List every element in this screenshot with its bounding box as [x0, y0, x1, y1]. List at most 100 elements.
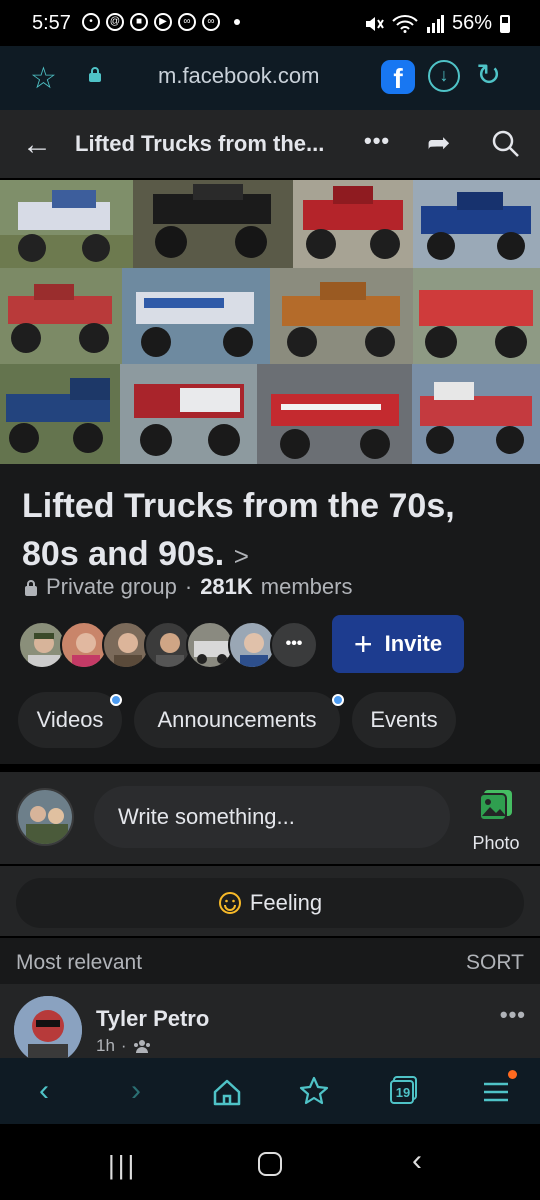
threads-notification-icon: @ [106, 13, 124, 31]
browser-bottom-nav: ‹ › 19 [0, 1058, 540, 1124]
share-icon[interactable]: ➦ [427, 126, 450, 159]
bookmarks-star-icon[interactable] [294, 1072, 334, 1112]
post-author-name[interactable]: Tyler Petro [96, 1006, 209, 1032]
new-badge-dot [110, 694, 122, 706]
youtube-notification-icon: ▶ [154, 13, 172, 31]
header-title: Lifted Trucks from the... [75, 131, 325, 156]
status-time: 5:57 [32, 12, 71, 34]
group-cover-photo[interactable] [0, 180, 540, 464]
battery-percent: 56% [451, 12, 492, 34]
feeling-row: Feeling [0, 866, 540, 936]
reload-icon[interactable]: ↻ [476, 58, 501, 93]
facebook-app-icon[interactable]: f [381, 60, 415, 94]
group-name-chevron: > [233, 541, 249, 571]
app-notification-icon-2: ∞ [178, 13, 196, 31]
photo-icon [479, 790, 512, 821]
tabs-count: 19 [395, 1085, 411, 1100]
group-header: ← Lifted Trucks from the... ••• ➦ [0, 110, 540, 178]
chip-label: Videos [36, 707, 104, 732]
android-nav-bar: ||| ‹ [0, 1124, 540, 1200]
back-nav-icon[interactable]: ‹ [24, 1072, 64, 1112]
meta-separator: · [184, 574, 193, 599]
notification-dot [508, 1070, 517, 1079]
cover-photo-tile [412, 364, 540, 464]
download-icon[interactable]: ↓ [428, 60, 460, 92]
member-avatar [60, 621, 108, 669]
privacy-label: Private group [46, 574, 177, 599]
post-meta: 1h · [96, 1036, 151, 1056]
photo-label: Photo [472, 833, 520, 853]
cover-photo-tile [122, 268, 270, 364]
url-text[interactable]: m.facebook.com [158, 63, 319, 89]
feed-filter-label: Most relevant [16, 951, 143, 974]
cover-photo-tile [120, 364, 257, 464]
bookmark-star-icon[interactable]: ☆ [30, 61, 57, 96]
sort-button[interactable]: SORT [466, 951, 524, 975]
chip-events[interactable]: Events [352, 692, 456, 748]
group-name[interactable]: Lifted Trucks from the 70s, 80s and 90s.… [22, 482, 492, 580]
group-meta: Private group · 281K members [24, 574, 352, 600]
home-icon[interactable] [207, 1072, 247, 1112]
signal-icon [426, 14, 444, 33]
cover-photo-tile [0, 364, 120, 464]
cover-photo-tile [413, 268, 540, 364]
new-badge-dot [332, 694, 344, 706]
recent-apps-icon[interactable]: ||| [108, 1150, 137, 1181]
member-avatar [228, 621, 276, 669]
system-back-icon[interactable]: ‹ [412, 1144, 422, 1178]
invite-button[interactable]: + Invite [332, 615, 464, 673]
browser-address-bar: ☆ m.facebook.com f ↓ ↻ [0, 46, 540, 110]
cover-photo-tile [413, 180, 540, 268]
user-avatar[interactable] [16, 788, 74, 846]
group-info: Lifted Trucks from the 70s, 80s and 90s.… [0, 464, 540, 764]
more-notifications-icon [234, 19, 240, 25]
chip-announcements[interactable]: Announcements [134, 692, 344, 748]
post-composer: Write something... Photo [0, 772, 540, 864]
cover-photo-tile [0, 180, 133, 268]
plus-icon: + [353, 626, 373, 662]
more-members-icon: ••• [270, 621, 318, 669]
feeling-button[interactable]: Feeling [16, 878, 524, 928]
more-options-icon[interactable]: ••• [364, 128, 390, 154]
post-author-avatar[interactable] [14, 996, 82, 1060]
post-card: Tyler Petro 1h · ••• [0, 984, 540, 1060]
feeling-label: Feeling [249, 890, 323, 915]
chip-label: Events [370, 707, 438, 732]
mute-icon [365, 16, 384, 31]
member-avatar [186, 621, 234, 669]
chat-notification-icon: • [82, 13, 100, 31]
member-avatar [144, 621, 192, 669]
tabs-icon[interactable]: 19 [388, 1074, 420, 1106]
photo-button[interactable]: Photo [468, 788, 524, 854]
post-options-icon[interactable]: ••• [500, 1002, 526, 1028]
system-status: 56% [364, 12, 510, 35]
forward-nav-icon[interactable]: › [116, 1072, 156, 1112]
chip-label: Announcements [157, 707, 317, 732]
back-arrow-icon[interactable]: ← [22, 128, 52, 162]
home-button-icon[interactable] [258, 1152, 282, 1176]
lock-icon [89, 67, 101, 82]
notification-icons: • @ ■ ▶ ∞ ∞ [82, 13, 240, 31]
battery-icon [500, 14, 510, 33]
group-audience-icon [133, 1040, 150, 1053]
smiley-icon [218, 892, 241, 914]
cover-photo-tile [257, 364, 412, 464]
post-time[interactable]: 1h [96, 1036, 115, 1056]
status-bar: 5:57 • @ ■ ▶ ∞ ∞ 56% [0, 0, 540, 46]
member-count: 281K [200, 574, 253, 599]
feed-sort-row: Most relevant SORT [0, 938, 540, 984]
cover-photo-tile [0, 268, 122, 364]
members-label: members [260, 574, 353, 599]
wifi-icon [392, 14, 418, 33]
invite-label: Invite [384, 631, 443, 656]
member-avatar [102, 621, 150, 669]
cover-photo-tile [133, 180, 293, 268]
member-avatar [18, 621, 66, 669]
lock-icon [25, 579, 37, 596]
chip-videos[interactable]: Videos [18, 692, 122, 748]
write-something-input[interactable]: Write something... [94, 786, 450, 848]
meta-separator: · [120, 1036, 127, 1055]
search-icon[interactable] [492, 130, 520, 158]
cover-photo-tile [270, 268, 413, 364]
cover-photo-tile [293, 180, 413, 268]
